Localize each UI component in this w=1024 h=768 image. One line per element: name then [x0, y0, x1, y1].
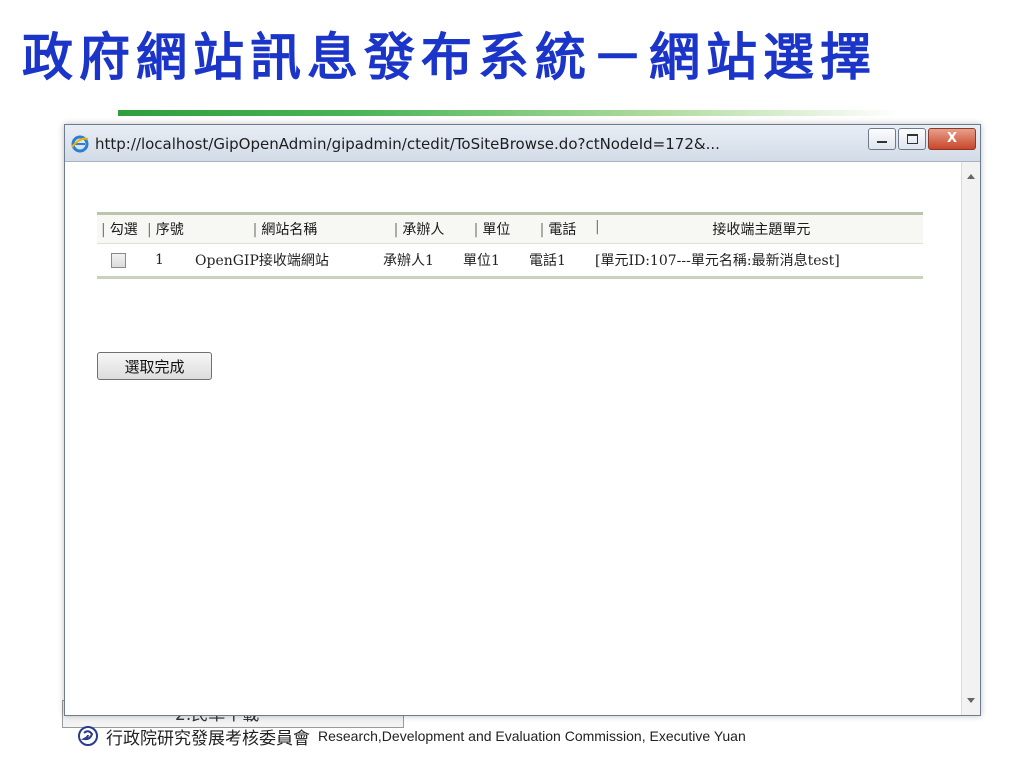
table-row: 1 OpenGIP接收端網站 承辦人1 單位1 電話1 [單元ID:107---… [97, 243, 923, 279]
popup-content: | 勾選 | 序號 | 網站名稱 | 承辦人 | 單位 | 電話 | 接收端主題單元 1 Op… [65, 162, 962, 715]
row-site-name: OpenGIP接收端網站 [191, 243, 379, 279]
header-unit: | 單位 [459, 213, 525, 244]
table-header-row: | 勾選 | 序號 | 網站名稱 | 承辦人 | 單位 | 電話 | 接收端主題單元 [97, 213, 923, 244]
slide-title: 政府網站訊息發布系統－網站選擇 [22, 28, 878, 88]
scroll-down-icon[interactable] [967, 698, 975, 703]
scroll-up-icon[interactable] [967, 174, 975, 179]
footer-org-en: Research,Development and Evaluation Comm… [318, 728, 746, 744]
window-controls: X [866, 128, 976, 150]
maximize-icon [907, 134, 918, 144]
maximize-button[interactable] [898, 128, 926, 150]
row-topic: [單元ID:107---單元名稱:最新消息test] [591, 243, 923, 279]
selection-done-button[interactable]: 選取完成 [97, 352, 212, 380]
close-button[interactable]: X [928, 128, 976, 150]
minimize-button[interactable] [868, 128, 896, 150]
header-phone: | 電話 [525, 213, 591, 244]
ie-icon [71, 135, 89, 153]
footer: 行政院研究發展考核委員會 Research,Development and Ev… [78, 724, 978, 749]
popup-url: http://localhost/GipOpenAdmin/gipadmin/c… [95, 135, 720, 153]
row-seq: 1 [143, 243, 191, 279]
header-topic: | 接收端主題單元 [591, 213, 923, 244]
header-site-name: | 網站名稱 [191, 213, 379, 244]
close-icon: X [946, 131, 958, 146]
minimize-icon [877, 141, 887, 143]
row-select-cell [97, 243, 143, 279]
row-unit: 單位1 [459, 243, 525, 279]
header-select: | 勾選 [97, 213, 143, 244]
header-contact: | 承辦人 [379, 213, 459, 244]
title-divider [118, 110, 898, 116]
footer-org-zh: 行政院研究發展考核委員會 [106, 728, 310, 749]
rdec-logo-icon [78, 726, 98, 746]
row-contact: 承辦人1 [379, 243, 459, 279]
row-phone: 電話1 [525, 243, 591, 279]
popup-titlebar[interactable]: http://localhost/GipOpenAdmin/gipadmin/c… [65, 125, 980, 162]
vertical-scrollbar[interactable] [961, 162, 980, 715]
row-checkbox[interactable] [111, 252, 126, 268]
header-seq: | 序號 [143, 213, 191, 244]
popup-window: http://localhost/GipOpenAdmin/gipadmin/c… [64, 124, 981, 716]
site-table: | 勾選 | 序號 | 網站名稱 | 承辦人 | 單位 | 電話 | 接收端主題單元 1 Op… [97, 212, 923, 279]
